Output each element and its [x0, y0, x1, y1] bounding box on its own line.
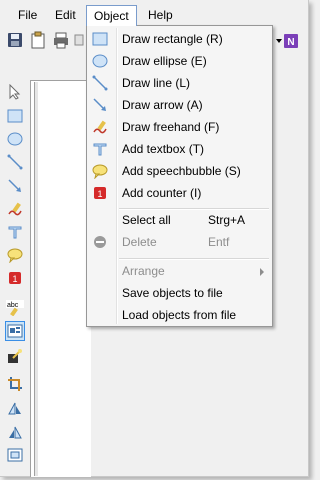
counter-icon-label: 1: [97, 189, 102, 199]
object-menu-dropdown: Draw rectangle (R) Draw ellipse (E) Draw…: [86, 25, 273, 327]
speechbubble-tool-icon[interactable]: [5, 245, 25, 265]
rectangle-tool-icon[interactable]: [5, 106, 25, 126]
menu-item-label: Add counter (I): [122, 186, 202, 200]
menu-item-label: Delete: [122, 235, 157, 249]
crop-tool-icon[interactable]: [5, 374, 25, 394]
effects-tool-icon[interactable]: [5, 346, 25, 366]
obfuscate-tool-icon[interactable]: [5, 321, 25, 341]
counter-tool-icon[interactable]: 1: [5, 268, 25, 288]
menu-item-label: Arrange: [122, 264, 165, 278]
menu-item-draw-arrow[interactable]: Draw arrow (A): [89, 94, 270, 116]
menu-item-label: Save objects to file: [122, 286, 223, 300]
textbox-icon: [92, 141, 108, 157]
rectangle-icon: [92, 31, 108, 47]
save-icon[interactable]: [6, 31, 24, 49]
ellipse-tool-icon[interactable]: [5, 129, 25, 149]
print-icon[interactable]: [52, 31, 70, 49]
canvas-edge: [34, 82, 38, 476]
onenote-export[interactable]: N: [276, 33, 300, 49]
canvas[interactable]: [30, 80, 91, 477]
menu-file[interactable]: File: [11, 5, 44, 25]
menu-item-label: Draw ellipse (E): [122, 54, 207, 68]
menu-bar: File Edit Object Help: [0, 5, 308, 26]
menu-help[interactable]: Help: [141, 5, 180, 25]
delete-icon: [92, 234, 108, 250]
menu-item-draw-freehand[interactable]: Draw freehand (F): [89, 116, 270, 138]
menu-item-label: Draw rectangle (R): [122, 32, 223, 46]
menu-item-add-counter[interactable]: 1 Add counter (I): [89, 182, 270, 204]
arrow-tool-icon[interactable]: [5, 176, 25, 196]
menu-item-add-textbox[interactable]: Add textbox (T): [89, 138, 270, 160]
menu-item-label: Load objects from file: [122, 308, 237, 322]
menu-item-shortcut: Entf: [208, 235, 230, 249]
menu-item-draw-rectangle[interactable]: Draw rectangle (R): [89, 28, 270, 50]
menu-edit[interactable]: Edit: [48, 5, 83, 25]
onenote-icon-letter: N: [287, 37, 294, 48]
clipboard-icon[interactable]: [29, 31, 47, 49]
speechbubble-icon: [92, 163, 108, 179]
menu-item-save-objects[interactable]: Save objects to file: [89, 282, 270, 304]
submenu-arrow-icon: [260, 268, 264, 276]
freehand-tool-icon[interactable]: [5, 199, 25, 219]
freehand-icon: [92, 119, 108, 135]
menu-item-label: Add textbox (T): [122, 142, 205, 156]
menu-item-load-objects[interactable]: Load objects from file: [89, 304, 270, 326]
resize-tool-icon[interactable]: [5, 445, 25, 465]
menu-item-label: Select all: [122, 213, 171, 227]
rotate-clockwise-icon[interactable]: [5, 398, 25, 418]
menu-item-select-all[interactable]: Select all Strg+A: [89, 209, 270, 231]
line-tool-icon[interactable]: [5, 152, 25, 172]
menu-item-arrange: Arrange: [89, 260, 270, 282]
app-window: File Edit Object Help N 1 abc Draw recta…: [0, 0, 309, 477]
menu-item-shortcut: Strg+A: [208, 213, 246, 227]
menu-item-draw-ellipse[interactable]: Draw ellipse (E): [89, 50, 270, 72]
menu-item-delete: Delete Entf: [89, 231, 270, 253]
menu-item-label: Draw arrow (A): [122, 98, 203, 112]
line-icon: [92, 75, 108, 91]
arrow-icon: [92, 97, 108, 113]
menu-object[interactable]: Object: [86, 5, 137, 26]
counter-tool-label: 1: [12, 274, 17, 284]
rotate-counterclockwise-icon[interactable]: [5, 422, 25, 442]
menu-item-draw-line[interactable]: Draw line (L): [89, 72, 270, 94]
spellcheck-tool-label: abc: [7, 302, 19, 309]
counter-icon: 1: [92, 185, 108, 201]
ellipse-icon: [92, 53, 108, 69]
textbox-tool-icon[interactable]: [5, 222, 25, 242]
menu-item-label: Draw freehand (F): [122, 120, 220, 134]
menu-item-label: Add speechbubble (S): [122, 164, 241, 178]
menu-item-label: Draw line (L): [122, 76, 191, 90]
cursor-tool-icon[interactable]: [5, 82, 25, 102]
menu-item-add-speechbubble[interactable]: Add speechbubble (S): [89, 160, 270, 182]
spellcheck-tool-icon[interactable]: abc: [5, 298, 25, 318]
